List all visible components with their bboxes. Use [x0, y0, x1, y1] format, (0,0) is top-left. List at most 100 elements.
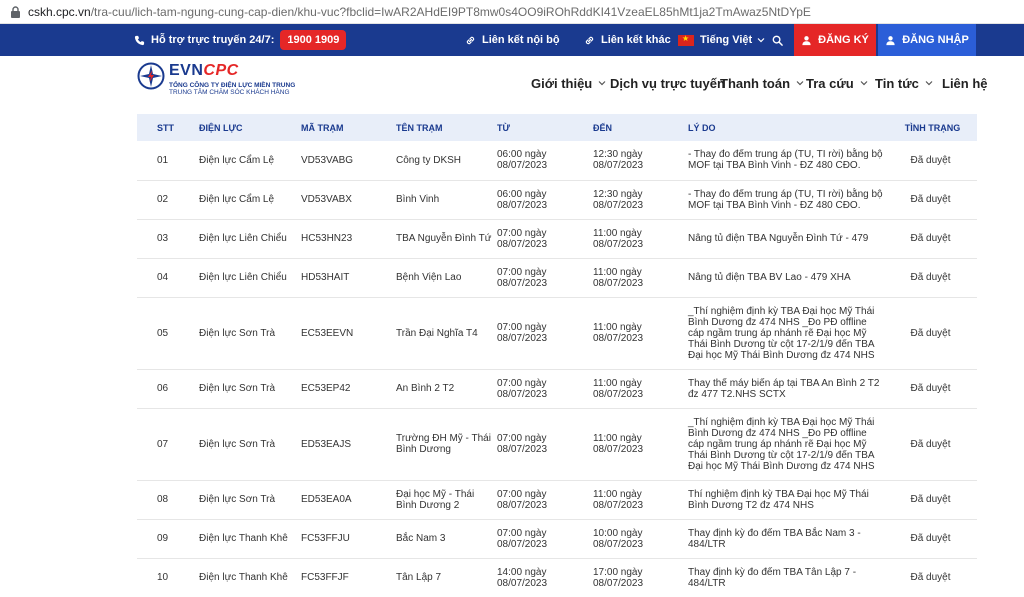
- cell-den: 11:00 ngày 08/07/2023: [593, 219, 688, 259]
- logo-brand: EVNCPC: [169, 62, 295, 80]
- cell-ma-tram: EC53EP42: [301, 369, 396, 409]
- table-row: 03 Điện lực Liên Chiểu HC53HN23 TBA Nguyễn …: [137, 219, 977, 259]
- cell-tu: 14:00 ngày 08/07/2023: [497, 558, 593, 597]
- table-row: 06 Điện lực Sơn Trà EC53EP42 An Bình 2 T2 07…: [137, 369, 977, 409]
- cell-tinh-trang: Đã duyệt: [888, 558, 977, 597]
- tu-time: 06:00 ngày: [497, 149, 547, 161]
- hotline-number[interactable]: 1900 1909: [280, 30, 347, 50]
- language-selector[interactable]: Tiếng Việt: [678, 24, 771, 56]
- den-date: 08/07/2023: [593, 499, 644, 511]
- den-time: 11:00 ngày: [593, 322, 642, 333]
- login-label: ĐĂNG NHẬP: [902, 34, 969, 46]
- cell-ten-tram: Trường ĐH Mỹ - Thái Bình Dương: [396, 408, 497, 481]
- table-row: 07 Điện lực Sơn Trà ED53EAJS Trường ĐH Mỹ -…: [137, 408, 977, 481]
- hotline-label: Hỗ trợ trực truyến 24/7:: [151, 34, 275, 46]
- nav-gioi-thieu[interactable]: Giới thiệu: [531, 56, 606, 110]
- cell-dien-luc: Điện lực Liên Chiểu: [199, 258, 301, 298]
- other-link[interactable]: Liên kết khác: [584, 24, 671, 56]
- search-button[interactable]: [772, 24, 789, 56]
- cell-ly-do: _Thí nghiệm định kỳ TBA Đại học Mỹ Thái …: [688, 408, 888, 481]
- cell-ly-do: _Thí nghiệm định kỳ TBA Đại học Mỹ Thái …: [688, 297, 888, 370]
- tu-time: 06:00 ngày: [497, 188, 547, 200]
- nav-tin-tuc[interactable]: Tin tức: [875, 56, 933, 110]
- col-header-dien-luc: ĐIỆN LỰC: [199, 122, 243, 133]
- table-row: 02 Điện lực Cẩm Lệ VD53VABX Bình Vinh 06:00 …: [137, 180, 977, 220]
- nav-lien-he[interactable]: Liên hệ: [942, 56, 988, 110]
- browser-address-bar[interactable]: cskh.cpc.vn/tra-cuu/lich-tam-ngung-cung-…: [0, 0, 1024, 24]
- cell-ly-do: Nâng tủ điện TBA Nguyễn Đình Tứ - 479: [688, 219, 888, 259]
- col-header-ma-tram: MÃ TRẠM: [301, 122, 344, 133]
- vietnam-flag-icon: [678, 34, 694, 46]
- den-date: 08/07/2023: [593, 577, 644, 589]
- cell-ten-tram: Trần Đại Nghĩa T4: [396, 297, 497, 370]
- den-time: 11:00 ngày: [593, 433, 642, 444]
- cell-ma-tram: ED53EAJS: [301, 408, 396, 481]
- cell-ma-tram: EC53EEVN: [301, 297, 396, 370]
- phone-icon: [134, 35, 145, 45]
- tu-time: 07:00 ngày: [497, 227, 547, 239]
- cell-dien-luc: Điện lực Thanh Khê: [199, 519, 301, 559]
- cell-dien-luc: Điện lực Liên Chiểu: [199, 219, 301, 259]
- nav-dich-vu[interactable]: Dịch vụ trực tuyến: [610, 56, 725, 110]
- search-icon: [772, 35, 783, 46]
- tu-date: 08/07/2023: [497, 388, 548, 400]
- cell-den: 11:00 ngày 08/07/2023: [593, 369, 688, 409]
- lock-icon: [11, 5, 20, 18]
- cell-ten-tram: Công ty DKSH: [396, 141, 497, 181]
- cell-dien-luc: Điện lực Sơn Trà: [199, 297, 301, 370]
- nav-tra-cuu[interactable]: Tra cứu: [806, 56, 868, 110]
- cell-dien-luc: Điện lực Thanh Khê: [199, 558, 301, 597]
- cell-ly-do: Thay định kỳ đo đếm TBA Tân Lập 7 - 484/…: [688, 558, 888, 597]
- chevron-down-icon: [860, 81, 868, 86]
- tu-date: 08/07/2023: [497, 577, 548, 589]
- cell-ma-tram: FC53FFJU: [301, 519, 396, 559]
- den-time: 17:00 ngày: [593, 566, 643, 578]
- table-row: 05 Điện lực Sơn Trà EC53EEVN Trần Đại Nghĩa…: [137, 297, 977, 370]
- cell-tu: 07:00 ngày 08/07/2023: [497, 219, 593, 259]
- tu-time: 14:00 ngày: [497, 566, 547, 578]
- cell-tinh-trang: Đã duyệt: [888, 480, 977, 520]
- tu-date: 08/07/2023: [497, 333, 548, 344]
- cell-dien-luc: Điện lực Cẩm Lệ: [199, 141, 301, 181]
- url-host: cskh.cpc.vn: [28, 4, 91, 19]
- evncpc-logo[interactable]: EVNCPC TỔNG CÔNG TY ĐIỆN LỰC MIỀN TRUNG …: [137, 62, 295, 96]
- logo-brand-evn: EVN: [169, 62, 204, 79]
- register-label: ĐĂNG KÝ: [818, 34, 869, 46]
- cell-ten-tram: Đại học Mỹ - Thái Bình Dương 2: [396, 480, 497, 520]
- col-header-den: ĐẾN: [593, 122, 613, 133]
- login-button[interactable]: ĐĂNG NHẬP: [878, 24, 976, 56]
- link-icon: [585, 36, 594, 44]
- user-icon: [802, 35, 811, 45]
- internal-link[interactable]: Liên kết nội bộ: [465, 24, 560, 56]
- cell-ten-tram: TBA Nguyễn Đình Tứ: [396, 219, 497, 259]
- cell-stt: 09: [137, 519, 199, 559]
- tu-time: 07:00 ngày: [497, 322, 547, 333]
- cell-ma-tram: HC53HN23: [301, 219, 396, 259]
- tu-time: 07:00 ngày: [497, 433, 547, 444]
- col-header-stt: STT: [157, 122, 174, 133]
- den-time: 12:30 ngày: [593, 149, 643, 161]
- cell-tinh-trang: Đã duyệt: [888, 369, 977, 409]
- cell-tinh-trang: Đã duyệt: [888, 297, 977, 370]
- cell-ten-tram: Bình Vinh: [396, 180, 497, 220]
- tu-date: 08/07/2023: [497, 444, 548, 455]
- cell-ly-do: Thay thế máy biến áp tại TBA An Bình 2 T…: [688, 369, 888, 409]
- cell-tu: 07:00 ngày 08/07/2023: [497, 369, 593, 409]
- cell-ma-tram: ED53EA0A: [301, 480, 396, 520]
- cell-stt: 02: [137, 180, 199, 220]
- nav-thanh-toan[interactable]: Thanh toán: [720, 56, 804, 110]
- internal-link-label: Liên kết nội bộ: [482, 34, 560, 46]
- den-time: 11:00 ngày: [593, 488, 642, 500]
- cell-tu: 07:00 ngày 08/07/2023: [497, 519, 593, 559]
- table-row: 10 Điện lực Thanh Khê FC53FFJF Tân Lập 7 14:…: [137, 558, 977, 597]
- register-button[interactable]: ĐĂNG KÝ: [794, 24, 876, 56]
- cell-tu: 06:00 ngày 08/07/2023: [497, 141, 593, 181]
- cell-ly-do: Nâng tủ điện TBA BV Lao - 479 XHA: [688, 258, 888, 298]
- user-icon: [886, 35, 895, 45]
- tu-date: 08/07/2023: [497, 160, 548, 172]
- cell-ma-tram: FC53FFJF: [301, 558, 396, 597]
- top-bar: Hỗ trợ trực truyến 24/7: 1900 1909 Liên …: [0, 24, 1024, 56]
- cell-tu: 07:00 ngày 08/07/2023: [497, 480, 593, 520]
- cell-den: 12:30 ngày 08/07/2023: [593, 180, 688, 220]
- url-path: /tra-cuu/lich-tam-ngung-cung-cap-dien/kh…: [90, 4, 811, 19]
